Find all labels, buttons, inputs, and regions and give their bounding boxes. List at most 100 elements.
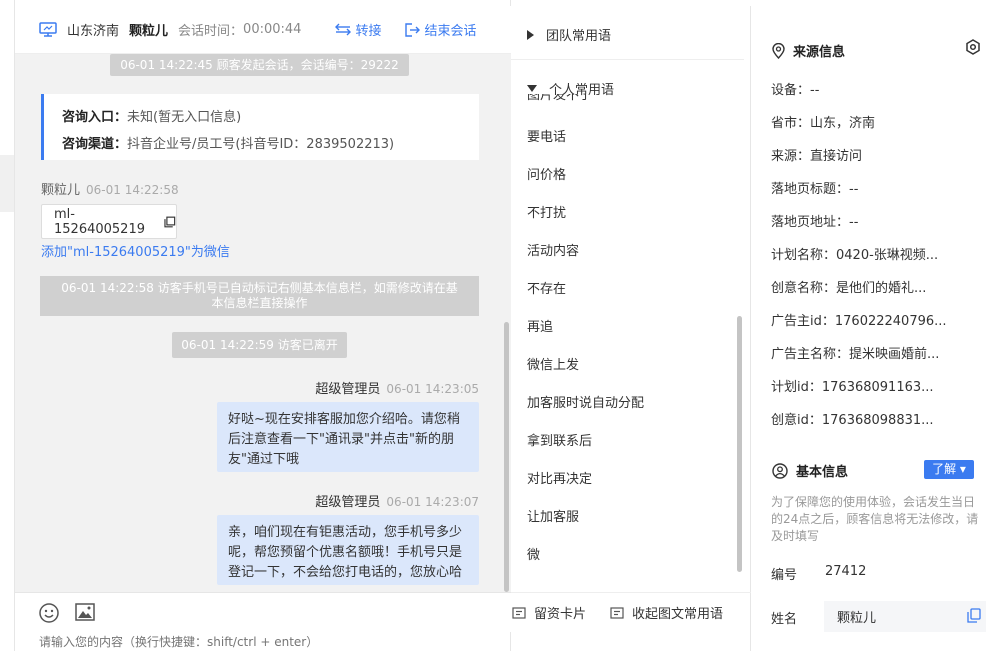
info-row-creative-name: 创意名称：是他们的婚礼... xyxy=(771,281,927,296)
phrases-panel: 团队常用语 个人常用语 图片发不了 要电话 问价格 不打扰 活动内容 不存在 再… xyxy=(511,6,751,651)
visitor-left-notice: 06-01 14:22:59 访客已离开 xyxy=(172,332,347,358)
agent-message: 亲，咱们现在有钜惠活动，您手机号多少呢，帮您预留个优惠名额哦！手机号只是登记一下… xyxy=(217,515,479,585)
caret-right-icon xyxy=(527,29,534,40)
end-session-button[interactable]: 结束会话 xyxy=(405,20,476,39)
info-row-plan-name: 计划名称：0420-张琳视频... xyxy=(771,248,939,263)
emoji-icon[interactable] xyxy=(39,603,59,623)
visitor-message[interactable]: ml-15264005219 xyxy=(41,204,177,239)
phrase-item[interactable]: 微信上发 xyxy=(527,354,579,373)
info-row-advertiser-name: 广告主名称：提米映画婚前... xyxy=(771,347,940,362)
phrase-item[interactable]: 问价格 xyxy=(527,164,566,183)
session-time: 00:00:44 xyxy=(243,22,302,37)
chat-input[interactable] xyxy=(15,632,511,651)
image-icon[interactable] xyxy=(75,603,95,621)
id-label: 编号 xyxy=(771,568,798,583)
entry-value: 未知(暂无入口信息) xyxy=(127,110,242,125)
name-field[interactable] xyxy=(824,601,986,632)
user-circle-icon xyxy=(772,462,788,479)
visitor-sender: 颗粒儿 xyxy=(41,183,81,198)
name-label: 姓名 xyxy=(771,612,798,627)
agent-message: 好哒~现在安排客服加您介绍哈。请您稍后注意查看一下"通讯录"并点击"新的朋友"通… xyxy=(217,402,479,472)
customer-info-panel: 来源信息 设备：-- 省市：山东，济南 来源：直接访问 落地页标题：-- 落地页… xyxy=(751,6,1002,651)
visitor-message-meta: 颗粒儿 06-01 14:22:58 xyxy=(41,179,179,198)
session-time-label: 会话时间： xyxy=(178,24,244,39)
chat-panel: 山东济南 颗粒儿 会话时间： 00:00:44 转接 结束会话 06-01 14… xyxy=(15,0,511,651)
phrase-item[interactable]: 微 xyxy=(527,544,540,563)
caret-down-icon xyxy=(527,85,537,92)
location-pin-icon xyxy=(772,42,785,59)
phrases-footer: 留资卡片 收起图文常用语 xyxy=(511,592,751,632)
info-row-advertiser-id: 广告主id：176022240796... xyxy=(771,314,947,329)
info-row-device: 设备：-- xyxy=(771,83,820,98)
lead-card-button[interactable]: 留资卡片 xyxy=(512,603,586,622)
agent-sender: 超级管理员 xyxy=(315,382,381,397)
visitor-location: 山东济南 xyxy=(67,24,120,39)
learn-more-button[interactable]: 了解 ▾ xyxy=(924,460,974,479)
channel-value: 抖音企业号/员工号(抖音号ID：2839502213) xyxy=(127,137,395,152)
auto-mark-notice-line2: 本信息栏直接操作 xyxy=(211,296,308,310)
visitor-message-time: 06-01 14:22:58 xyxy=(86,183,179,197)
source-info-title: 来源信息 xyxy=(772,41,845,60)
id-value: 27412 xyxy=(825,564,867,579)
gear-icon[interactable] xyxy=(965,39,981,55)
agent-message-meta: 超级管理员 06-01 14:23:05 xyxy=(315,378,479,397)
phrase-item[interactable]: 再追 xyxy=(527,316,553,335)
consult-info-card: 咨询入口：未知(暂无入口信息) 咨询渠道：抖音企业号/员工号(抖音号ID：283… xyxy=(41,94,479,160)
team-phrases-toggle[interactable]: 团队常用语 xyxy=(527,25,611,44)
phrase-item[interactable]: 拿到联系后 xyxy=(527,430,592,449)
phrase-item[interactable]: 不打扰 xyxy=(527,202,566,221)
visitor-message-text: ml-15264005219 xyxy=(54,206,145,237)
collapse-phrases-label: 收起图文常用语 xyxy=(632,607,724,622)
monitor-icon xyxy=(39,22,57,37)
exit-icon xyxy=(405,22,421,37)
auto-mark-notice-line1: 06-01 14:22:58 访客手机号已自动标记右侧基本信息栏，如需修改请在基 xyxy=(61,281,458,295)
info-row-creative-id: 创意id：176368098831... xyxy=(771,413,934,428)
basic-info-label: 基本信息 xyxy=(796,465,849,480)
team-phrases-label: 团队常用语 xyxy=(546,29,612,44)
chat-toolbar xyxy=(15,592,511,632)
card-icon xyxy=(512,606,526,619)
chat-scrollbar[interactable] xyxy=(504,322,509,592)
info-row-plan-id: 计划id：176368091163... xyxy=(771,380,934,395)
add-wechat-link[interactable]: 添加"ml-15264005219"为微信 xyxy=(41,241,230,260)
agent-message-time: 06-01 14:23:05 xyxy=(386,382,479,396)
transfer-button[interactable]: 转接 xyxy=(335,20,381,39)
phrase-item[interactable]: 要电话 xyxy=(527,126,566,145)
basic-info-title: 基本信息 xyxy=(772,461,848,480)
phrase-scrollbar[interactable] xyxy=(737,316,742,572)
phrase-item[interactable]: 加客服时说自动分配 xyxy=(527,392,644,411)
auto-mark-notice: 06-01 14:22:58 访客手机号已自动标记右侧基本信息栏，如需修改请在基… xyxy=(40,276,479,316)
phrase-item[interactable]: 让加客服 xyxy=(527,506,579,525)
channel-key: 咨询渠道： xyxy=(62,137,128,152)
entry-key: 咨询入口： xyxy=(62,110,128,125)
copy-icon[interactable] xyxy=(967,608,981,623)
session-start-notice: 06-01 14:22:45 顾客发起会话，会话编号：29222 xyxy=(110,54,409,76)
info-row-landing-title: 落地页标题：-- xyxy=(771,182,859,197)
divider xyxy=(511,59,744,60)
info-row-landing-url: 落地页地址：-- xyxy=(771,215,859,230)
transfer-label: 转接 xyxy=(355,24,382,39)
collapse-phrases-button[interactable]: 收起图文常用语 xyxy=(610,603,723,622)
lead-card-label: 留资卡片 xyxy=(534,607,587,622)
info-row-source: 来源：直接访问 xyxy=(771,149,863,164)
copy-icon[interactable] xyxy=(164,216,176,228)
phrase-item[interactable]: 图片发不了 xyxy=(527,94,592,103)
phrase-list[interactable]: 图片发不了 要电话 问价格 不打扰 活动内容 不存在 再追 微信上发 加客服时说… xyxy=(511,94,741,572)
agent-message-meta: 超级管理员 06-01 14:23:07 xyxy=(315,491,479,510)
left-strip-tab[interactable] xyxy=(0,155,14,212)
source-info-label: 来源信息 xyxy=(793,45,846,60)
phrase-item[interactable]: 活动内容 xyxy=(527,240,579,259)
message-icon xyxy=(610,606,624,619)
left-strip xyxy=(0,0,15,651)
info-edit-hint: 为了保障您的使用体验，会话发生当日的24点之后，顾客信息将无法修改，请及时填写 xyxy=(771,495,979,543)
phrase-item[interactable]: 对比再决定 xyxy=(527,468,592,487)
agent-sender: 超级管理员 xyxy=(315,495,381,510)
chat-header: 山东济南 颗粒儿 会话时间： 00:00:44 转接 结束会话 xyxy=(15,6,511,54)
phrase-item[interactable]: 不存在 xyxy=(527,278,566,297)
info-row-province: 省市：山东，济南 xyxy=(771,116,876,131)
chat-messages[interactable]: 06-01 14:22:45 顾客发起会话，会话编号：29222 咨询入口：未知… xyxy=(15,54,511,592)
agent-message-time: 06-01 14:23:07 xyxy=(386,495,479,509)
transfer-icon xyxy=(335,23,352,36)
visitor-name: 颗粒儿 xyxy=(129,24,169,39)
end-session-label: 结束会话 xyxy=(424,24,477,39)
